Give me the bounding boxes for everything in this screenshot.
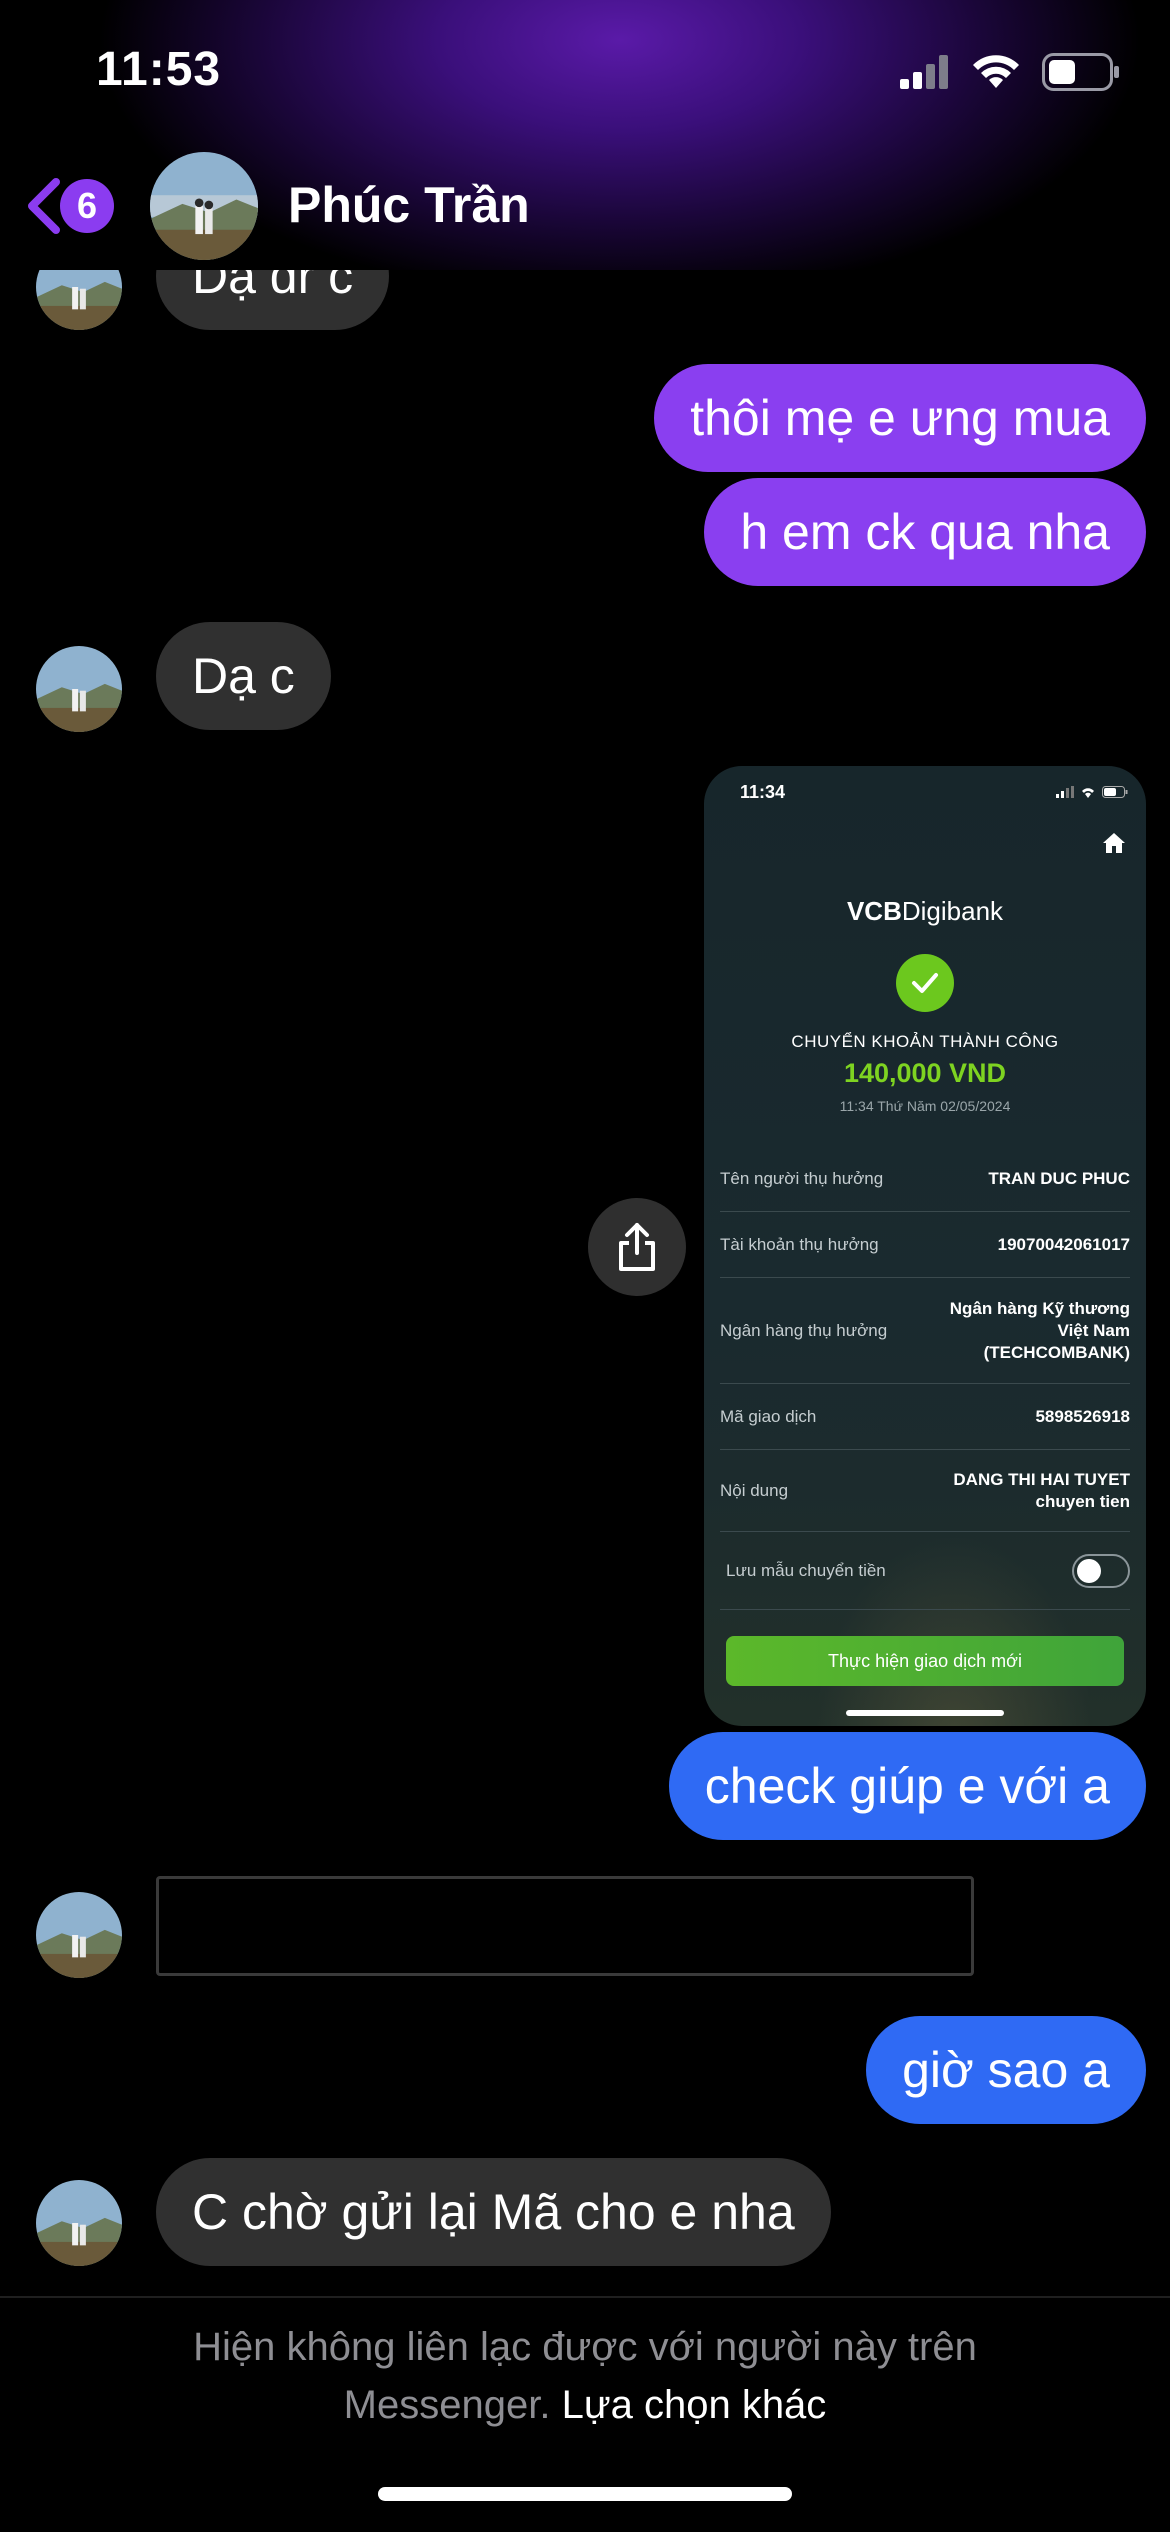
footer-divider — [0, 2296, 1170, 2298]
outgoing-message[interactable]: check giúp e với a — [668, 1732, 1146, 1840]
unread-count-badge: 6 — [60, 179, 114, 233]
sender-avatar[interactable] — [36, 646, 122, 732]
screenshot-status-icons — [1056, 786, 1128, 798]
wifi-icon — [973, 55, 1019, 88]
transfer-date: 11:34 Thứ Năm 02/05/2024 — [839, 1098, 1011, 1114]
contact-avatar[interactable] — [150, 152, 258, 260]
empty-message-placeholder[interactable] — [156, 1876, 974, 1976]
incoming-message[interactable]: C chờ gửi lại Mã cho e nha — [156, 2158, 831, 2266]
image-message[interactable]: 11:34 VCBDigibank CHUYỂN KHOẢN THÀNH CÔN… — [704, 766, 1146, 1726]
sender-avatar[interactable] — [36, 1892, 122, 1978]
battery-icon — [1102, 786, 1128, 798]
detail-row-recipient: Tên người thụ hưởng TRAN DUC PHUC — [720, 1146, 1130, 1212]
detail-row-account: Tài khoản thụ hưởng 19070042061017 — [720, 1212, 1130, 1278]
home-icon — [1102, 832, 1126, 859]
detail-row-bank: Ngân hàng thụ hưởng Ngân hàng Kỹ thương … — [720, 1278, 1130, 1384]
screenshot-home-indicator — [846, 1710, 1004, 1716]
detail-row-transaction-id: Mã giao dịch 5898526918 — [720, 1384, 1130, 1450]
outgoing-message[interactable]: h em ck qua nha — [704, 478, 1146, 586]
share-icon — [619, 1223, 655, 1271]
status-time: 11:53 — [96, 43, 222, 96]
share-button[interactable] — [588, 1198, 686, 1296]
status-icons — [900, 52, 1120, 92]
detail-row-content: Nội dung DANG THI HAI TUYET chuyen tien — [720, 1450, 1130, 1532]
incoming-message[interactable]: Dạ c — [156, 622, 331, 730]
chat-header: 11:53 6 Phúc Trần — [0, 0, 1170, 270]
cellular-signal-icon — [1056, 786, 1074, 798]
wifi-icon — [1082, 788, 1094, 798]
outgoing-message[interactable]: giờ sao a — [866, 2016, 1146, 2124]
success-check-icon — [896, 954, 954, 1012]
outgoing-message[interactable]: thôi mẹ e ưng mua — [654, 364, 1146, 472]
home-indicator[interactable] — [378, 2487, 792, 2501]
screenshot-time: 11:34 — [740, 782, 786, 802]
save-template-toggle — [1072, 1553, 1130, 1588]
transfer-amount: 140,000 VND — [843, 1058, 1007, 1088]
new-transaction-button: Thực hiện giao dịch mới — [726, 1636, 1124, 1686]
other-options-link[interactable]: Lựa chọn khác — [562, 2383, 827, 2427]
contact-name[interactable]: Phúc Trần — [288, 176, 530, 234]
sender-avatar[interactable] — [36, 2180, 122, 2266]
save-template-row: Lưu mẫu chuyển tiền — [720, 1532, 1130, 1610]
transfer-success-text: CHUYỂN KHOẢN THÀNH CÔNG — [791, 1032, 1059, 1051]
vcb-digibank-logo: VCBDigibank — [846, 896, 1004, 926]
back-button[interactable]: 6 — [24, 176, 114, 236]
cellular-signal-icon — [900, 55, 948, 89]
battery-icon — [1042, 53, 1119, 91]
unavailable-notice: Hiện không liên lạc được với người này t… — [193, 2325, 977, 2427]
chevron-left-icon — [28, 178, 60, 234]
